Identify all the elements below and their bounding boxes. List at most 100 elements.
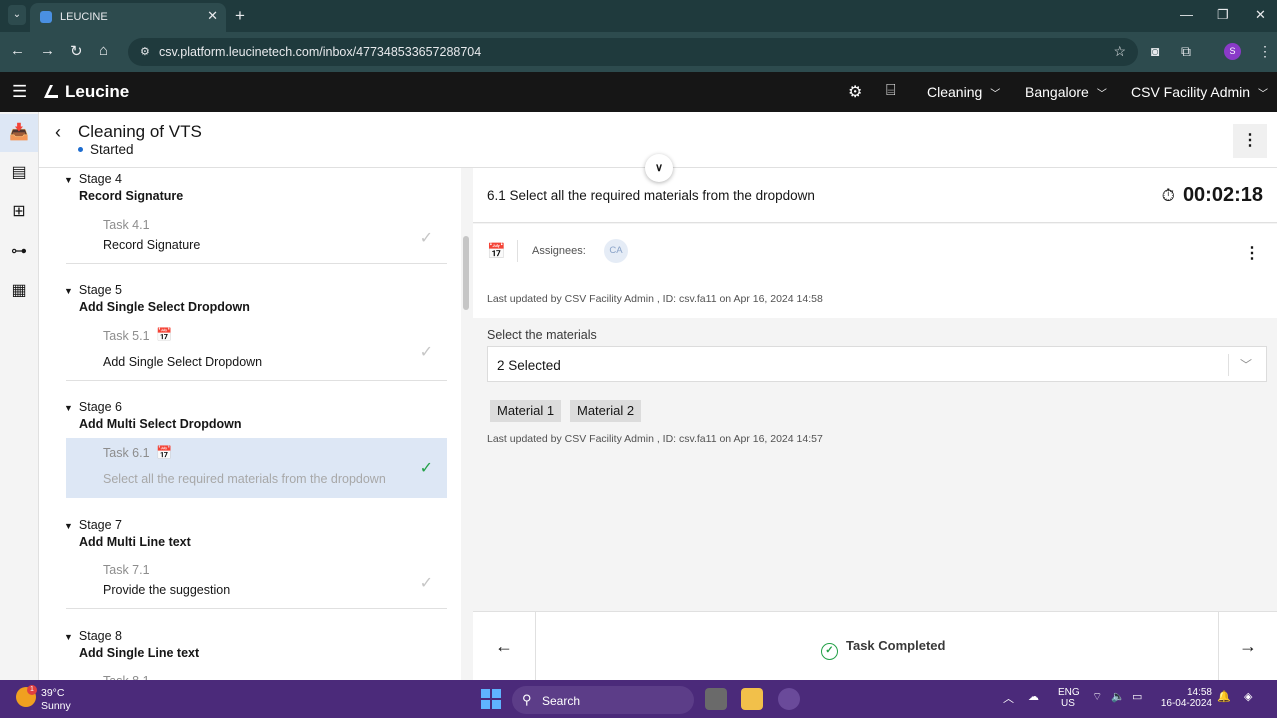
weather-badge: 1 bbox=[27, 685, 37, 695]
last-updated-field: Last updated by CSV Facility Admin , ID:… bbox=[487, 433, 823, 445]
scrollbar-thumb[interactable] bbox=[463, 236, 469, 310]
chevron-down-icon[interactable]: ﹀ bbox=[1240, 356, 1252, 373]
calculator-icon[interactable]: ▦ bbox=[0, 272, 38, 310]
selected-chip: Material 1 bbox=[490, 400, 562, 422]
checkmark-icon: ✓ bbox=[419, 230, 433, 247]
weather-temperature[interactable]: 39°C bbox=[41, 687, 64, 699]
assignee-avatar[interactable]: CA bbox=[604, 239, 628, 263]
close-window-icon[interactable]: ✕ bbox=[1255, 7, 1266, 23]
next-task-arrow-icon[interactable]: → bbox=[1218, 612, 1277, 681]
profile-avatar[interactable]: S bbox=[1224, 43, 1241, 60]
checklist-icon[interactable]: ▤ bbox=[0, 154, 38, 192]
task-view-icon[interactable] bbox=[705, 688, 727, 710]
materials-multiselect[interactable]: 2 Selected ﹀ bbox=[487, 346, 1267, 382]
tab-search-button[interactable]: ⌄ bbox=[8, 5, 26, 25]
calendar-clock-icon: 📅 bbox=[156, 445, 173, 460]
settings-gear-icon[interactable]: ⚙ bbox=[848, 82, 862, 102]
caret-down-icon: ▼ bbox=[64, 521, 73, 531]
extensions-icon[interactable]: ⧉ bbox=[1181, 43, 1191, 60]
onedrive-cloud-icon[interactable]: ☁ bbox=[1028, 690, 1039, 703]
process-icon[interactable]: ⊞ bbox=[0, 193, 38, 231]
task-item[interactable]: Task 8.1 bbox=[66, 666, 447, 680]
new-tab-button[interactable]: + bbox=[235, 6, 245, 26]
task-id: Task 7.1 bbox=[103, 563, 150, 577]
task-timer: ⏱ 00:02:18 bbox=[1162, 184, 1263, 207]
close-tab-icon[interactable]: ✕ bbox=[207, 8, 218, 24]
tray-overflow-icon[interactable]: ︿ bbox=[1003, 690, 1014, 706]
task-id: Task 6.1 bbox=[103, 446, 150, 460]
browser-menu-icon[interactable]: ⋮ bbox=[1258, 43, 1272, 60]
checkmark-icon: ✓ bbox=[419, 575, 433, 592]
file-explorer-icon[interactable] bbox=[741, 688, 763, 710]
wifi-icon[interactable]: ⌔ bbox=[1092, 690, 1102, 704]
scan-icon[interactable]: ⌸ bbox=[886, 82, 896, 100]
previous-task-arrow-icon[interactable]: ← bbox=[473, 612, 536, 681]
job-more-options-icon[interactable]: ⋮ bbox=[1233, 124, 1267, 158]
facility-select[interactable]: Bangalore ﹀ bbox=[1025, 84, 1107, 100]
hamburger-menu-icon[interactable]: ☰ bbox=[12, 82, 27, 102]
url-field[interactable]: ⚙ csv.platform.leucinetech.com/inbox/477… bbox=[128, 38, 1138, 66]
notification-bell-icon[interactable]: 🔔 bbox=[1217, 690, 1231, 703]
stage-name: Add Single Line text bbox=[79, 646, 200, 660]
windows-start-icon[interactable] bbox=[481, 689, 501, 709]
reload-icon[interactable]: ↻ bbox=[70, 42, 83, 60]
assignees-label: Assignees: bbox=[532, 245, 586, 257]
site-info-icon[interactable]: ⚙ bbox=[140, 45, 150, 58]
stage-number: Stage 5 bbox=[78, 283, 123, 297]
caret-down-icon: ▼ bbox=[64, 175, 73, 185]
system-clock[interactable]: 14:58 16-04-2024 bbox=[1160, 687, 1212, 709]
weather-condition[interactable]: Sunny bbox=[41, 700, 71, 712]
leucine-logo-icon bbox=[44, 85, 58, 98]
stage-header[interactable]: ▼ Stage 7 bbox=[64, 518, 122, 532]
task-id: Task 4.1 bbox=[103, 218, 150, 232]
caret-down-icon: ▼ bbox=[64, 403, 73, 413]
stage-header[interactable]: ▼ Stage 6 bbox=[64, 400, 122, 414]
battery-icon[interactable]: ▭ bbox=[1132, 690, 1142, 703]
task-item[interactable]: Task 5.1 📅 Add Single Select Dropdown ✓ bbox=[66, 320, 447, 381]
forward-icon[interactable]: → bbox=[40, 42, 55, 59]
stage-header[interactable]: ▼ Stage 4 bbox=[64, 172, 122, 186]
back-icon[interactable]: ← bbox=[10, 42, 25, 59]
task-footer: ← ✓ Task Completed → bbox=[473, 611, 1277, 681]
inbox-icon[interactable]: 📥 bbox=[0, 114, 38, 152]
copilot-icon[interactable]: ◈ bbox=[1244, 690, 1252, 703]
browser-tab-strip: ⌄ LEUCINE ✕ + — ❐ ✕ bbox=[0, 0, 1277, 32]
chrome-icon[interactable] bbox=[778, 688, 800, 710]
clock-time: 14:58 bbox=[1186, 687, 1212, 698]
hierarchy-icon[interactable]: ⊶ bbox=[0, 233, 38, 271]
stage-number: Stage 7 bbox=[78, 518, 123, 532]
user-menu[interactable]: CSV Facility Admin ﹀ bbox=[1131, 84, 1268, 100]
task-header: 6.1 Select all the required materials fr… bbox=[473, 168, 1277, 223]
back-arrow-icon[interactable]: ‹ bbox=[55, 122, 61, 143]
taskbar-search[interactable]: ⚲ Search bbox=[512, 686, 694, 714]
stage-header[interactable]: ▼ Stage 5 bbox=[64, 283, 122, 297]
language-indicator[interactable]: ENG US bbox=[1058, 687, 1080, 709]
home-icon[interactable]: ⌂ bbox=[99, 42, 108, 59]
user-role-label: CSV Facility Admin bbox=[1131, 84, 1251, 100]
bookmark-star-icon[interactable]: ☆ bbox=[1113, 43, 1126, 60]
task-completed-status: ✓ Task Completed bbox=[821, 638, 945, 660]
collapse-header-button[interactable]: ∨ bbox=[645, 154, 673, 182]
checkmark-icon: ✓ bbox=[419, 460, 433, 477]
stage-number: Stage 4 bbox=[78, 172, 123, 186]
task-more-options-icon[interactable]: ⋮ bbox=[1235, 240, 1269, 268]
chevron-down-icon: ﹀ bbox=[1096, 89, 1107, 100]
task-item[interactable]: Task 7.1 Provide the suggestion ✓ bbox=[66, 555, 447, 609]
task-item-selected[interactable]: Task 6.1 📅 Select all the required mater… bbox=[66, 438, 447, 498]
stage-list-scrollbar[interactable] bbox=[461, 168, 473, 680]
camera-icon[interactable]: ◙ bbox=[1151, 43, 1159, 59]
browser-tab[interactable]: LEUCINE ✕ bbox=[30, 3, 226, 32]
calendar-clock-icon[interactable]: 📅 bbox=[487, 242, 506, 260]
maximize-icon[interactable]: ❐ bbox=[1217, 7, 1229, 23]
stage-number: Stage 6 bbox=[78, 400, 123, 414]
minimize-icon[interactable]: — bbox=[1180, 7, 1193, 22]
url-text: csv.platform.leucinetech.com/inbox/47734… bbox=[159, 45, 482, 59]
facility-select-label: Bangalore bbox=[1025, 84, 1089, 100]
stage-header[interactable]: ▼ Stage 8 bbox=[64, 629, 122, 643]
task-name: Provide the suggestion bbox=[103, 583, 231, 597]
module-select[interactable]: Cleaning ﹀ bbox=[927, 84, 1000, 100]
task-item[interactable]: Task 4.1 Record Signature ✓ bbox=[66, 208, 447, 264]
volume-mute-icon[interactable]: 🔈 bbox=[1111, 690, 1125, 703]
clock-date: 16-04-2024 bbox=[1160, 698, 1212, 709]
caret-down-icon: ▼ bbox=[64, 286, 73, 296]
